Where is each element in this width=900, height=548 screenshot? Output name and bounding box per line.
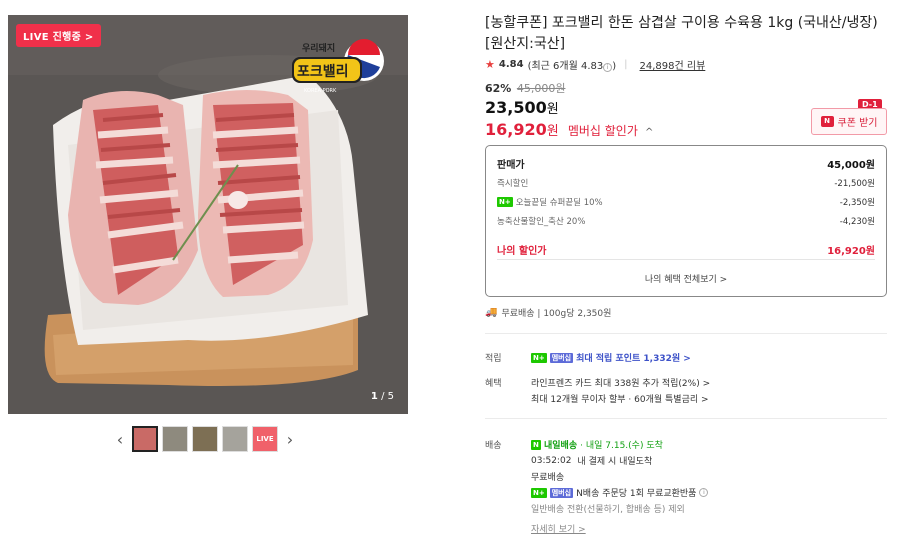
naver-plus-icon: N+ [497, 197, 513, 207]
points-label: 적립 [485, 354, 502, 364]
thumbnail-4[interactable] [222, 426, 248, 452]
divider [497, 259, 875, 260]
member-price-label: 멤버십 할인가 [567, 124, 638, 138]
live-badge[interactable]: LIVE 진행중 > [16, 24, 101, 47]
divider [485, 333, 887, 334]
separator: | [624, 59, 628, 70]
counter-current: 1 [370, 391, 378, 402]
logo-small-text: 우리돼지 [302, 42, 335, 54]
shipping-summary: 🚚 무료배송 | 100g당 2,350원 [485, 307, 612, 319]
chevron-right-icon[interactable]: › [282, 430, 298, 449]
delivery-exclusion: 일반배송 전환(선물하기, 합배송 등) 제외 [531, 505, 685, 515]
chevron-left-icon[interactable]: ‹ [112, 430, 128, 449]
product-main-image[interactable]: LIVE 진행중 > 우리돼지 포크밸리 KOREA PORK 1 / 5 [8, 15, 408, 414]
rating-value: 4.84 [498, 59, 524, 70]
chevron-up-icon: ^ [644, 127, 654, 138]
coupon-button[interactable]: N 쿠폰 받기 [811, 108, 887, 135]
naver-n-icon: N [820, 116, 834, 127]
discount-percent: 62% [485, 82, 512, 95]
delivery-time: 03:52:02 내 결제 시 내일도착 [531, 455, 653, 468]
pork-valley-logo: 우리돼지 포크밸리 KOREA PORK [290, 37, 386, 99]
breakdown-row: N+ 오늘끝딜 슈퍼끝딜 10% -2,350원 [497, 197, 875, 208]
thumbnail-1[interactable] [132, 426, 158, 452]
naver-plus-icon: N+ [531, 487, 547, 498]
breakdown-row: 즉시할인 -21,500원 [497, 179, 875, 189]
points-row[interactable]: N+ 멤버십 최대 적립 포인트 1,332원 > [531, 351, 691, 364]
original-price: 45,000원 [516, 82, 566, 95]
my-discount-row: 나의 할인가 16,920원 [497, 246, 875, 257]
delivery-more-link[interactable]: 자세히 보기 > [531, 522, 586, 535]
membership-badge: 멤버십 [549, 352, 574, 363]
breakdown-row: 농축산물할인_축산 20% -4,230원 [497, 217, 875, 227]
delivery-row: N 내일배송 · 내일 7.15.(수) 도착 [531, 439, 663, 451]
benefit-card-link[interactable]: 라인프렌즈 카드 최대 338원 추가 적립(2%) > [531, 376, 710, 389]
logo-sub-text: KOREA PORK [304, 88, 337, 94]
rating-row: ★ 4.84 (최근 6개월 4.83 i) | 24,898건 리뷰 [485, 57, 705, 72]
thumbnail-live[interactable]: LIVE [252, 426, 278, 452]
benefit-installment-link[interactable]: 최대 12개월 무이자 할부 · 60개월 특별금리 > [531, 392, 709, 405]
star-icon: ★ [485, 58, 495, 71]
rating-recent: (최근 6개월 4.83 i) [527, 61, 617, 72]
counter-total: / 5 [381, 391, 394, 402]
member-price: 16,920 [485, 120, 547, 139]
free-shipping: 무료배송 [531, 473, 565, 483]
thumb-live-label: LIVE [256, 435, 274, 443]
reviews-link[interactable]: 24,898건 리뷰 [640, 57, 706, 72]
info-icon: i [603, 63, 613, 72]
thumbnail-2[interactable] [162, 426, 188, 452]
sale-price: 23,500원 [485, 98, 559, 117]
all-benefits-link[interactable]: 나의 혜택 전체보기 > [486, 272, 886, 285]
price-breakdown: 판매가 45,000원 즉시할인 -21,500원 N+ 오늘끝딜 슈퍼끝딜 10% -… [485, 145, 887, 297]
member-price-row[interactable]: 16,920원 멤버십 할인가 ^ [485, 120, 653, 139]
benefits-label: 혜택 [485, 379, 502, 389]
thumbnail-strip: ‹ LIVE › [112, 424, 298, 454]
truck-icon: 🚚 [485, 307, 498, 318]
logo-big-text: 포크밸리 [297, 63, 349, 80]
discount-row: 62% 45,000원 [485, 80, 565, 96]
info-icon: i [699, 488, 709, 497]
product-title: [농할쿠폰] 포크밸리 한돈 삼겹살 구이용 수육용 1kg (국내산/냉장) … [485, 15, 878, 52]
naver-plus-icon: N+ [531, 352, 547, 363]
image-counter: 1 / 5 [371, 391, 394, 402]
coupon-label: 쿠폰 받기 [837, 118, 878, 129]
nship-row: N+ 멤버십 N배송 주문당 1회 무료교환반품 i [531, 486, 709, 499]
breakdown-head: 판매가 45,000원 [497, 160, 875, 171]
divider [485, 418, 887, 419]
tomorrow-delivery-icon: N [531, 439, 541, 450]
membership-badge: 멤버십 [549, 487, 574, 498]
delivery-label: 배송 [485, 441, 502, 451]
thumbnail-3[interactable] [192, 426, 218, 452]
